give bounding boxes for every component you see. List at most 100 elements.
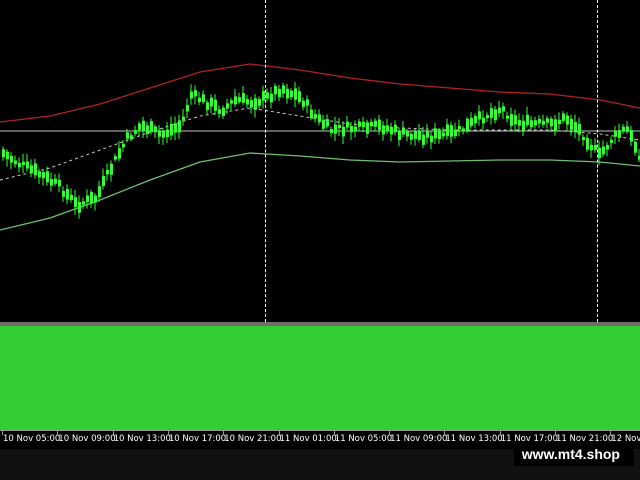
candle-body: [562, 113, 565, 121]
candle-body: [286, 88, 289, 99]
candle-body: [138, 123, 141, 131]
watermark-logo: www.mt4.shop: [513, 443, 634, 466]
candle-body: [442, 132, 445, 137]
candle-body: [558, 119, 561, 125]
candle-body: [602, 146, 605, 155]
candle-body: [418, 130, 421, 140]
candle-body: [498, 107, 501, 114]
candle-body: [242, 93, 245, 103]
candle-body: [598, 147, 601, 159]
price-chart-panel[interactable]: [0, 0, 640, 322]
candle-body: [338, 125, 341, 129]
candle-body: [158, 130, 161, 137]
candle-body: [470, 117, 473, 126]
time-axis-label: 10 Nov 13:00: [113, 434, 171, 444]
candle-body: [406, 131, 409, 137]
candle-body: [462, 128, 465, 132]
candle-body: [150, 121, 153, 133]
candle-body: [334, 124, 337, 134]
candle-body: [194, 90, 197, 97]
candle-body: [578, 123, 581, 135]
candle-body: [26, 161, 29, 169]
candle-body: [130, 135, 133, 140]
candle-body: [270, 93, 273, 103]
candle-body: [358, 121, 361, 127]
candle-body: [10, 155, 13, 163]
candle-body: [126, 132, 129, 139]
candle-body: [278, 88, 281, 98]
indicator-panel[interactable]: [0, 326, 640, 430]
candle-body: [258, 98, 261, 106]
time-axis-label: 10 Nov 17:00: [168, 434, 227, 444]
candle-body: [282, 85, 285, 94]
candle-body: [2, 149, 5, 158]
candle-body: [106, 170, 109, 175]
candle-body: [586, 137, 589, 150]
candle-body: [58, 179, 61, 187]
candle-body: [226, 103, 229, 109]
candle-body: [206, 102, 209, 111]
candle-body: [438, 130, 441, 140]
candle-body: [542, 120, 545, 125]
candle-body: [230, 100, 233, 104]
candle-body: [482, 117, 485, 124]
candle-body: [198, 97, 201, 103]
chart-window[interactable]: 10 Nov 05:00 10 Nov 09:00 10 Nov 13:00 10 N…: [0, 0, 640, 480]
candle-body: [122, 143, 125, 148]
time-axis-label: 11 Nov 13:00: [445, 434, 503, 444]
candle-body: [402, 127, 405, 135]
time-axis-label: 10 Nov 05:00: [3, 434, 61, 444]
time-axis-label: 11 Nov 05:00: [334, 434, 393, 444]
candle-body: [90, 192, 93, 204]
candle-body: [146, 125, 149, 135]
candle-body: [46, 171, 49, 183]
candle-body: [378, 119, 381, 130]
candle-body: [274, 86, 277, 95]
candle-body: [414, 130, 417, 139]
price-chart-svg: [0, 63, 640, 231]
candle-body: [606, 144, 609, 150]
candle-body: [254, 98, 257, 110]
candle-body: [330, 129, 333, 133]
candle-body: [66, 189, 69, 200]
candle-body: [590, 144, 593, 151]
candle-body: [374, 120, 377, 127]
candle-body: [454, 129, 457, 137]
candle-body: [210, 97, 213, 107]
time-axis-label: 10 Nov 21:00: [224, 434, 282, 444]
candle-body: [618, 130, 621, 138]
candle-body: [538, 118, 541, 124]
candle-body: [466, 118, 469, 131]
candle-body: [350, 125, 353, 133]
candle-body: [170, 123, 173, 136]
candle-body: [362, 121, 365, 128]
candle-body: [426, 131, 429, 138]
candle-body: [570, 118, 573, 130]
candle-body: [290, 90, 293, 98]
candle-body: [510, 114, 513, 126]
candle-body: [318, 114, 321, 123]
candle-body: [410, 133, 413, 140]
candle-body: [302, 100, 305, 107]
candle-body: [190, 91, 193, 99]
candle-body: [50, 179, 53, 186]
candle-body: [386, 125, 389, 131]
candle-body: [490, 108, 493, 118]
time-axis-label: 11 Nov 01:00: [279, 434, 337, 444]
candle-body: [534, 120, 537, 126]
candle-body: [382, 125, 385, 135]
candle-body: [154, 126, 157, 133]
candle-body: [78, 201, 81, 213]
candle-body: [626, 126, 629, 132]
candle-body: [22, 161, 25, 166]
candle-body: [18, 162, 21, 168]
candle-body: [518, 120, 521, 126]
candle-body: [234, 96, 237, 105]
candle-body: [458, 126, 461, 130]
candle-body: [162, 130, 165, 138]
candle-body: [114, 156, 117, 160]
candle-body: [486, 115, 489, 119]
candle-body: [202, 94, 205, 103]
candle-body: [306, 99, 309, 106]
candle-body: [546, 118, 549, 123]
